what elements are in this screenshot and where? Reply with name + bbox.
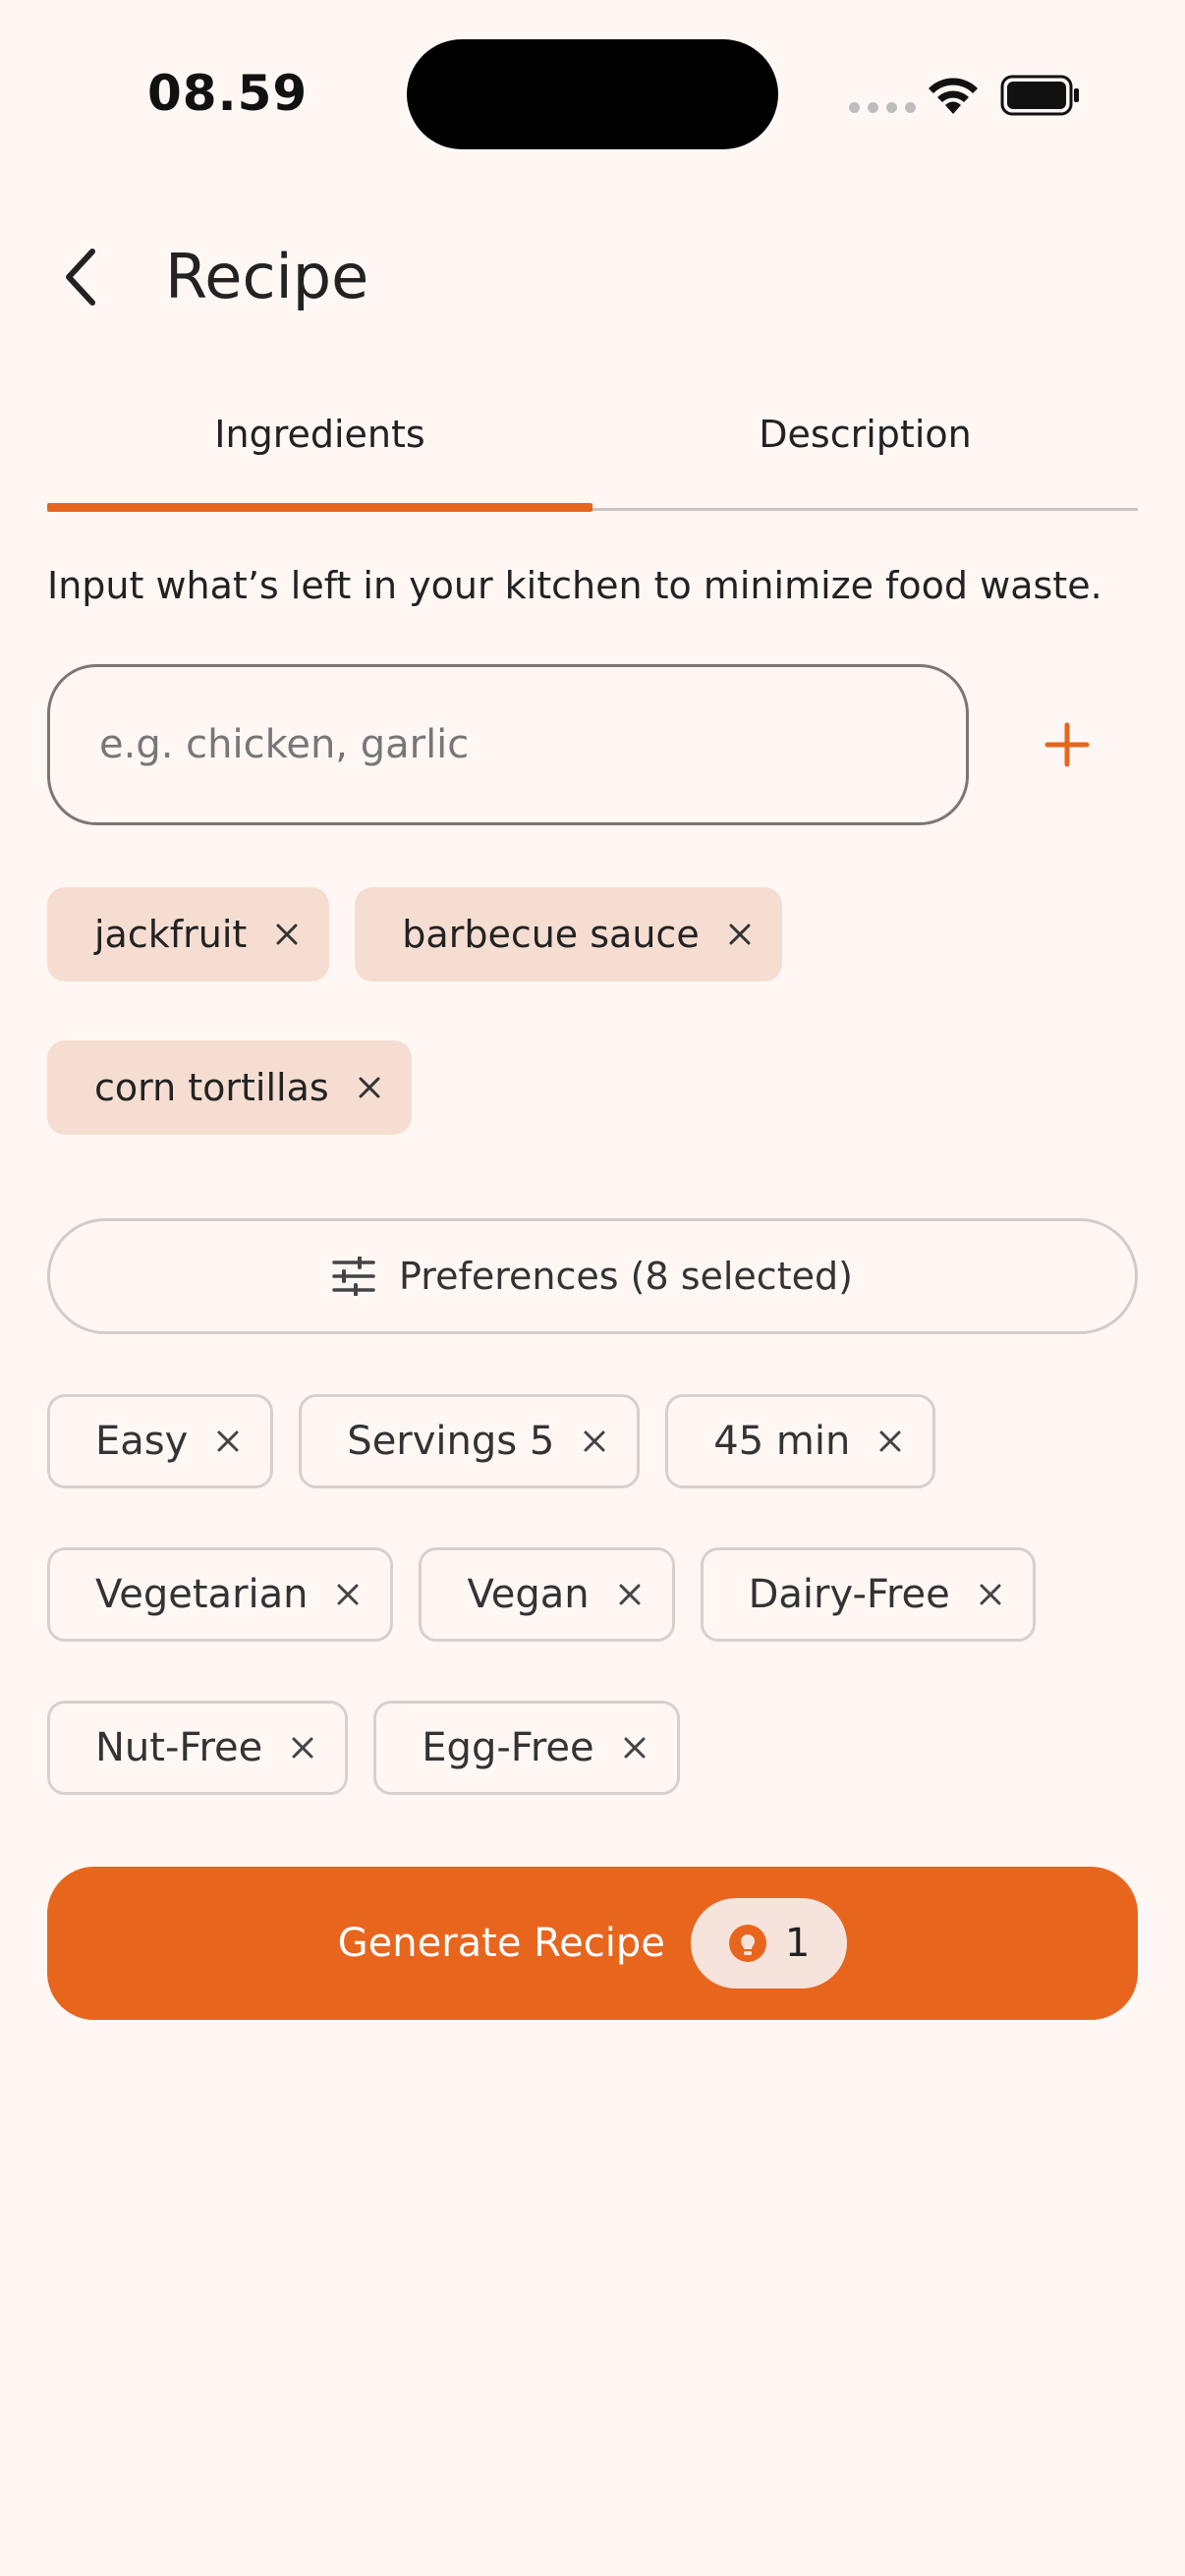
ingredient-chip: jackfruit bbox=[47, 887, 330, 981]
close-icon bbox=[980, 1584, 1001, 1605]
ingredient-chip: corn tortillas bbox=[47, 1040, 412, 1135]
preference-chip: Easy bbox=[47, 1394, 274, 1488]
preference-chip: Vegetarian bbox=[47, 1547, 394, 1642]
close-icon bbox=[359, 1077, 380, 1098]
sliders-icon bbox=[332, 1257, 375, 1296]
close-icon bbox=[217, 1430, 239, 1452]
dynamic-island bbox=[407, 39, 778, 149]
tab-ingredients[interactable]: Ingredients bbox=[47, 413, 592, 456]
close-icon bbox=[337, 1584, 359, 1605]
ingredient-chip-label: jackfruit bbox=[94, 913, 248, 956]
cellular-signal-icon bbox=[849, 102, 916, 113]
preference-chip-label: 45 min bbox=[713, 1419, 851, 1464]
preference-chip-row: Easy Servings 5 45 min bbox=[47, 1394, 936, 1488]
instruction-text: Input what’s left in your kitchen to min… bbox=[47, 564, 1102, 607]
close-icon bbox=[584, 1430, 605, 1452]
preference-chip: Egg-Free bbox=[373, 1701, 680, 1795]
preferences-button[interactable]: Preferences (8 selected) bbox=[47, 1218, 1138, 1334]
remove-preference-button[interactable] bbox=[617, 1582, 643, 1607]
preference-chip: Vegan bbox=[419, 1547, 675, 1642]
remove-preference-button[interactable] bbox=[978, 1582, 1003, 1607]
close-icon bbox=[619, 1584, 641, 1605]
preference-chip: Servings 5 bbox=[299, 1394, 641, 1488]
remove-preference-button[interactable] bbox=[877, 1428, 903, 1454]
wifi-icon bbox=[929, 78, 978, 114]
preference-chip-label: Egg-Free bbox=[422, 1725, 594, 1770]
preference-chip-label: Nut-Free bbox=[95, 1725, 263, 1770]
generate-recipe-label: Generate Recipe bbox=[337, 1921, 665, 1966]
remove-preference-button[interactable] bbox=[335, 1582, 361, 1607]
preference-chip: Nut-Free bbox=[47, 1701, 349, 1795]
active-tab-indicator bbox=[47, 503, 592, 512]
preference-chip-label: Vegetarian bbox=[95, 1572, 309, 1617]
close-icon bbox=[276, 924, 298, 945]
ingredient-chip-label: corn tortillas bbox=[94, 1066, 329, 1109]
remove-preference-button[interactable] bbox=[622, 1735, 648, 1761]
ingredient-chip-row: jackfruit barbecue sauce bbox=[47, 887, 782, 981]
add-ingredient-button[interactable] bbox=[1028, 703, 1106, 786]
credit-coin-icon bbox=[728, 1925, 766, 1962]
preference-chip-row: Vegetarian Vegan Dairy-Free bbox=[47, 1547, 1036, 1642]
ingredient-chip-row: corn tortillas bbox=[47, 1040, 412, 1135]
preference-chip: Dairy-Free bbox=[700, 1547, 1036, 1642]
preference-chip-row: Nut-Free Egg-Free bbox=[47, 1701, 680, 1795]
preferences-button-label: Preferences (8 selected) bbox=[399, 1255, 853, 1298]
close-icon bbox=[729, 924, 751, 945]
preference-chip-label: Vegan bbox=[467, 1572, 590, 1617]
remove-ingredient-button[interactable] bbox=[357, 1075, 382, 1100]
credit-count: 1 bbox=[784, 1921, 811, 1966]
remove-preference-button[interactable] bbox=[582, 1428, 607, 1454]
remove-preference-button[interactable] bbox=[290, 1735, 315, 1761]
ingredient-chip: barbecue sauce bbox=[355, 887, 782, 981]
close-icon bbox=[624, 1737, 646, 1759]
ingredient-chip-label: barbecue sauce bbox=[402, 913, 700, 956]
ingredient-input-field[interactable] bbox=[47, 664, 969, 825]
close-icon bbox=[879, 1430, 901, 1452]
battery-icon bbox=[1000, 75, 1079, 116]
preference-chip-label: Dairy-Free bbox=[748, 1572, 950, 1617]
generate-recipe-button[interactable]: Generate Recipe 1 bbox=[47, 1867, 1138, 2020]
back-button[interactable] bbox=[51, 236, 110, 318]
page-title: Recipe bbox=[165, 241, 369, 312]
preference-chip: 45 min bbox=[665, 1394, 936, 1488]
credit-cost-badge: 1 bbox=[690, 1898, 848, 1988]
ingredient-input[interactable] bbox=[97, 721, 907, 768]
preference-chip-label: Easy bbox=[95, 1419, 189, 1464]
remove-preference-button[interactable] bbox=[215, 1428, 241, 1454]
remove-ingredient-button[interactable] bbox=[727, 922, 753, 947]
status-time: 08.59 bbox=[147, 65, 309, 122]
chevron-left-icon bbox=[66, 249, 95, 306]
preference-chip-label: Servings 5 bbox=[347, 1419, 555, 1464]
plus-icon bbox=[1044, 722, 1090, 767]
remove-ingredient-button[interactable] bbox=[274, 922, 300, 947]
tab-description[interactable]: Description bbox=[592, 413, 1138, 456]
close-icon bbox=[292, 1737, 313, 1759]
